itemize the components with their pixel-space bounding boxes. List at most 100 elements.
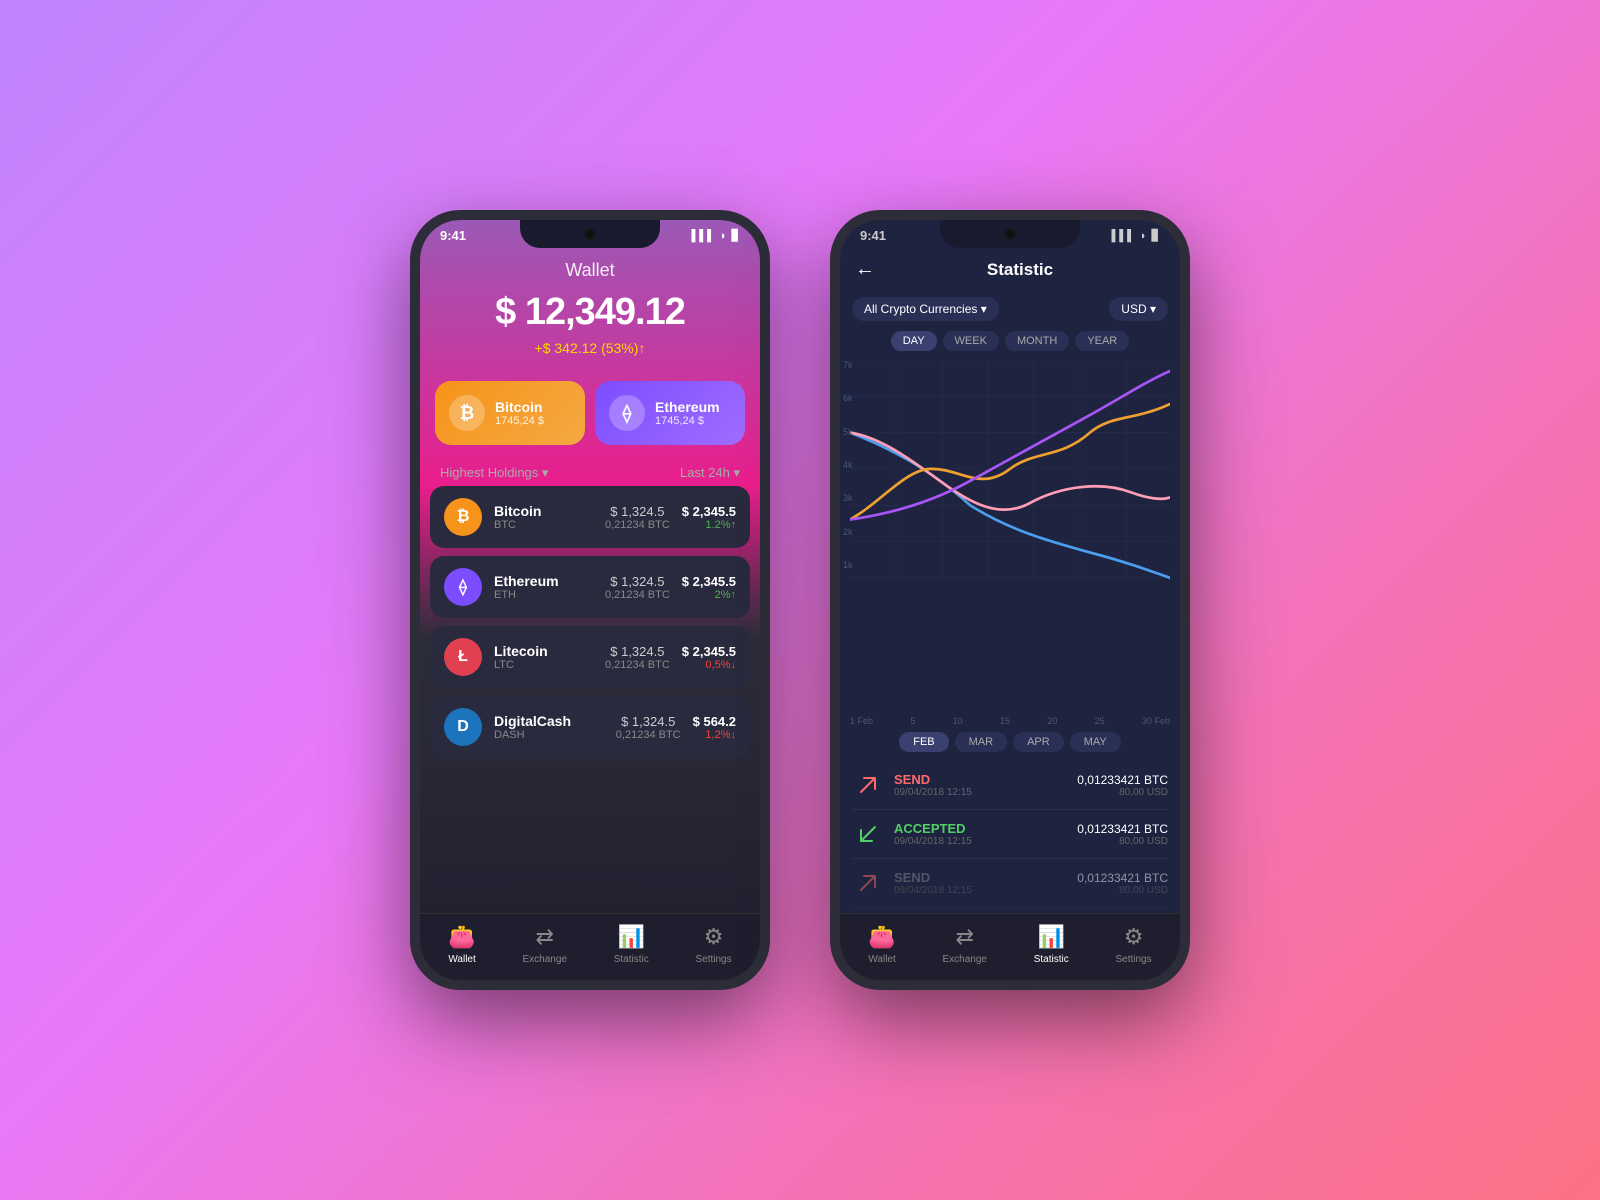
holdings-list: ₿ Bitcoin BTC $ 1,324.5 0,21234 BTC $ 2,… bbox=[420, 486, 760, 913]
eth-change: 2%↑ bbox=[682, 589, 736, 601]
statistic-nav-label: Statistic bbox=[614, 954, 649, 965]
wallet-screen: 9:41 ▌▌▌ ◗ ▊ Wallet $ 12,349.12 +$ 342.1… bbox=[420, 220, 760, 980]
tx-btc-2: 0,01233421 BTC bbox=[1077, 822, 1168, 836]
chart-container: 7k6k5k4k3k2k1k bbox=[840, 355, 1180, 714]
tx-btc-1: 0,01233421 BTC bbox=[1077, 773, 1168, 787]
x-label-20: 20 bbox=[1047, 716, 1057, 726]
tx-accepted[interactable]: ACCEPTED 09/04/2018 12:15 0,01233421 BTC… bbox=[852, 810, 1168, 859]
nav-exchange[interactable]: ⇄ Exchange bbox=[523, 924, 567, 965]
wallet-nav-label: Wallet bbox=[448, 954, 475, 965]
holdings-label[interactable]: Highest Holdings ▾ bbox=[440, 465, 548, 481]
eth-name: Ethereum bbox=[655, 399, 720, 415]
eth-card[interactable]: ⟠ Ethereum 1745,24 $ bbox=[595, 381, 745, 445]
btc-mid: $ 1,324.5 0,21234 BTC bbox=[605, 504, 670, 531]
tx-send-1[interactable]: SEND 09/04/2018 12:15 0,01233421 BTC 80,… bbox=[852, 761, 1168, 810]
stat-title: Statistic bbox=[875, 260, 1165, 280]
nav-settings[interactable]: ⚙ Settings bbox=[695, 924, 731, 965]
dash-btc: 0,21234 BTC bbox=[616, 729, 681, 741]
usd-filter[interactable]: USD ▾ bbox=[1109, 297, 1168, 321]
wallet-nav-icon-2: 👛 bbox=[868, 924, 895, 950]
tx-send-2[interactable]: SEND 09/04/2018 12:15 0,01233421 BTC 80,… bbox=[852, 859, 1168, 908]
holding-dash[interactable]: D DigitalCash DASH $ 1,324.5 0,21234 BTC… bbox=[430, 696, 750, 758]
ltc-price: $ 1,324.5 bbox=[605, 644, 670, 659]
holding-ltc[interactable]: Ł Litecoin LTC $ 1,324.5 0,21234 BTC $ 2… bbox=[430, 626, 750, 688]
tab-may[interactable]: MAY bbox=[1070, 732, 1121, 752]
tab-month[interactable]: MONTH bbox=[1005, 331, 1069, 351]
status-icons: ▌▌▌ ◗ ▊ bbox=[691, 229, 740, 242]
crypto-cards: ₿ Bitcoin 1745,24 $ ⟠ Ethereum 1745,24 $ bbox=[420, 366, 760, 460]
bottom-nav-wallet: 👛 Wallet ⇄ Exchange 📊 Statistic ⚙ Settin… bbox=[420, 913, 760, 980]
wifi-icon: ◗ bbox=[720, 230, 727, 242]
btc-holding-icon: ₿ bbox=[444, 498, 482, 536]
tx-type-1: SEND bbox=[894, 772, 1067, 787]
eth-info: Ethereum 1745,24 $ bbox=[655, 399, 720, 427]
currency-filter[interactable]: All Crypto Currencies ▾ bbox=[852, 297, 999, 321]
statistic-nav-icon: 📊 bbox=[618, 924, 645, 950]
notch2 bbox=[940, 220, 1080, 248]
holdings-header: Highest Holdings ▾ Last 24h ▾ bbox=[420, 460, 760, 486]
tx-type-2: ACCEPTED bbox=[894, 821, 1067, 836]
tx-send-icon-1 bbox=[852, 769, 884, 801]
x-label-30: 30 Feb bbox=[1142, 716, 1170, 726]
tx-info-3: SEND 09/04/2018 12:15 bbox=[894, 870, 1067, 896]
holding-eth[interactable]: ⟠ Ethereum ETH $ 1,324.5 0,21234 BTC $ 2… bbox=[430, 556, 750, 618]
wallet-title: Wallet bbox=[440, 260, 740, 281]
eth-btc: 0,21234 BTC bbox=[605, 589, 670, 601]
dash-right: $ 564.2 1,2%↓ bbox=[693, 714, 736, 741]
tab-apr[interactable]: APR bbox=[1013, 732, 1064, 752]
phone-wallet: 9:41 ▌▌▌ ◗ ▊ Wallet $ 12,349.12 +$ 342.1… bbox=[410, 210, 770, 990]
exchange-nav-icon-2: ⇄ bbox=[956, 924, 974, 950]
nav-statistic-2[interactable]: 📊 Statistic bbox=[1034, 924, 1069, 965]
ltc-change: 0,5%↓ bbox=[682, 659, 736, 671]
btc-name: Bitcoin bbox=[495, 399, 544, 415]
nav-exchange-2[interactable]: ⇄ Exchange bbox=[943, 924, 987, 965]
back-button[interactable]: ← bbox=[855, 258, 875, 281]
tab-mar[interactable]: MAR bbox=[955, 732, 1007, 752]
transactions-list: SEND 09/04/2018 12:15 0,01233421 BTC 80,… bbox=[840, 756, 1180, 913]
signal-icon-2: ▌▌▌ bbox=[1111, 230, 1134, 242]
tab-feb[interactable]: FEB bbox=[899, 732, 948, 752]
btc-info: Bitcoin 1745,24 $ bbox=[495, 399, 544, 427]
nav-statistic[interactable]: 📊 Statistic bbox=[614, 924, 649, 965]
holding-btc[interactable]: ₿ Bitcoin BTC $ 1,324.5 0,21234 BTC $ 2,… bbox=[430, 486, 750, 548]
camera2 bbox=[1005, 229, 1015, 239]
status-icons-2: ▌▌▌ ◗ ▊ bbox=[1111, 229, 1160, 242]
dash-price: $ 1,324.5 bbox=[616, 714, 681, 729]
btc-right: $ 2,345.5 1.2%↑ bbox=[682, 504, 736, 531]
tab-week[interactable]: WEEK bbox=[943, 331, 999, 351]
btc-btc: 0,21234 BTC bbox=[605, 519, 670, 531]
tab-day[interactable]: DAY bbox=[891, 331, 937, 351]
btc-amount: 1745,24 $ bbox=[495, 415, 544, 427]
x-label-1: 1 Feb bbox=[850, 716, 873, 726]
wifi-icon-2: ◗ bbox=[1140, 230, 1147, 242]
eth-right: $ 2,345.5 2%↑ bbox=[682, 574, 736, 601]
tx-usd-3: 80,00 USD bbox=[1077, 885, 1168, 896]
eth-price: $ 1,324.5 bbox=[605, 574, 670, 589]
nav-wallet[interactable]: 👛 Wallet bbox=[448, 924, 475, 965]
exchange-nav-icon: ⇄ bbox=[536, 924, 554, 950]
chart-y-labels bbox=[850, 585, 1170, 587]
dash-change: 1,2%↓ bbox=[693, 729, 736, 741]
tx-info-1: SEND 09/04/2018 12:15 bbox=[894, 772, 1067, 798]
month-tabs: FEB MAR APR MAY bbox=[840, 728, 1180, 756]
wallet-change: +$ 342.12 (53%)↑ bbox=[440, 340, 740, 356]
btc-card[interactable]: ₿ Bitcoin 1745,24 $ bbox=[435, 381, 585, 445]
tx-info-2: ACCEPTED 09/04/2018 12:15 bbox=[894, 821, 1067, 847]
tx-btc-3: 0,01233421 BTC bbox=[1077, 871, 1168, 885]
exchange-nav-label: Exchange bbox=[523, 954, 567, 965]
signal-icon: ▌▌▌ bbox=[691, 230, 714, 242]
tx-amount-1: 0,01233421 BTC 80,00 USD bbox=[1077, 773, 1168, 798]
statistic-nav-label-2: Statistic bbox=[1034, 954, 1069, 965]
tab-year[interactable]: YEAR bbox=[1075, 331, 1129, 351]
chart-x-labels: 1 Feb 5 10 15 20 25 30 Feb bbox=[840, 714, 1180, 728]
x-label-15: 15 bbox=[1000, 716, 1010, 726]
time-label[interactable]: Last 24h ▾ bbox=[680, 465, 740, 481]
settings-nav-label: Settings bbox=[695, 954, 731, 965]
statistic-nav-icon-2: 📊 bbox=[1038, 924, 1065, 950]
wallet-balance: $ 12,349.12 bbox=[440, 291, 740, 334]
ltc-mid: $ 1,324.5 0,21234 BTC bbox=[605, 644, 670, 671]
nav-wallet-2[interactable]: 👛 Wallet bbox=[868, 924, 895, 965]
phone-statistic: 9:41 ▌▌▌ ◗ ▊ ← Statistic All Crypto Curr… bbox=[830, 210, 1190, 990]
nav-settings-2[interactable]: ⚙ Settings bbox=[1115, 924, 1151, 965]
chart-svg bbox=[850, 360, 1170, 580]
